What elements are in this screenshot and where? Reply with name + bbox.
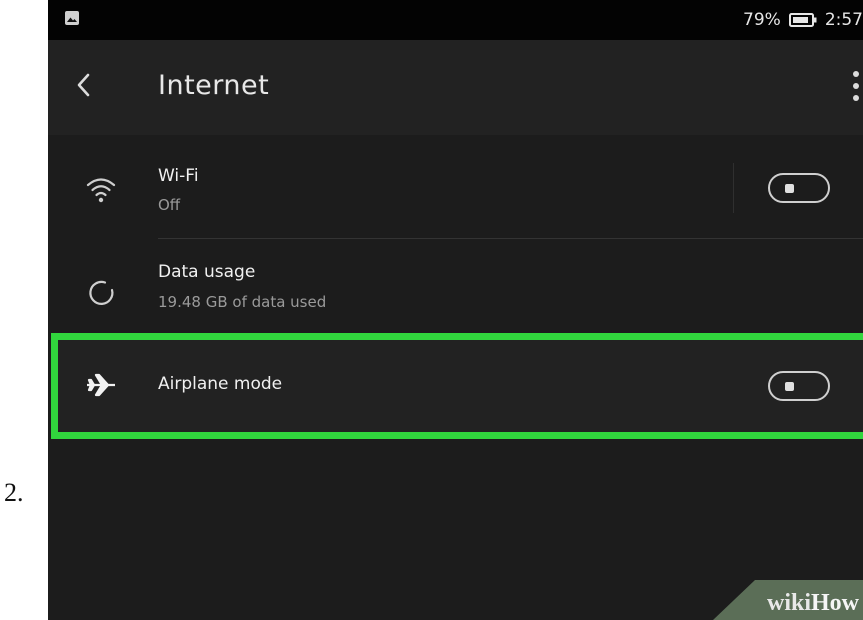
battery-icon — [788, 13, 817, 27]
wifi-title: Wi-Fi — [158, 166, 199, 186]
setting-row-data-usage[interactable]: Data usage 19.48 GB of data used — [48, 239, 863, 333]
image-notification-icon — [65, 11, 79, 25]
data-usage-icon — [89, 280, 114, 305]
status-bar: 79% 2:57 — [48, 0, 863, 40]
wikihow-watermark: wikiHow — [767, 590, 859, 617]
step-number: 2. — [4, 478, 24, 507]
wifi-status: Off — [158, 196, 181, 214]
toggle-knob — [785, 382, 794, 391]
data-usage-summary: 19.48 GB of data used — [158, 293, 327, 311]
page-title: Internet — [158, 70, 270, 101]
battery-percent: 79% — [743, 10, 781, 30]
airplane-mode-toggle[interactable] — [768, 371, 830, 401]
watermark-text-how: How — [811, 590, 859, 616]
airplane-mode-title: Airplane mode — [158, 374, 283, 394]
watermark-text-wiki: wiki — [766, 590, 811, 616]
clock: 2:57 — [824, 10, 863, 30]
tablet-screen: 79% 2:57 Internet Wi-Fi Off Data usage 1… — [48, 0, 863, 620]
back-arrow-icon[interactable] — [70, 68, 96, 102]
setting-row-wifi[interactable]: Wi-Fi Off — [48, 135, 863, 239]
wifi-icon — [86, 178, 116, 203]
setting-row-airplane-mode[interactable]: Airplane mode — [48, 340, 863, 432]
toggle-knob — [785, 184, 794, 193]
app-bar: Internet — [48, 40, 863, 135]
airplane-icon — [87, 373, 115, 397]
vertical-divider — [733, 163, 734, 213]
wifi-toggle[interactable] — [768, 173, 830, 203]
overflow-menu-icon[interactable] — [851, 68, 861, 104]
data-usage-title: Data usage — [158, 262, 256, 282]
